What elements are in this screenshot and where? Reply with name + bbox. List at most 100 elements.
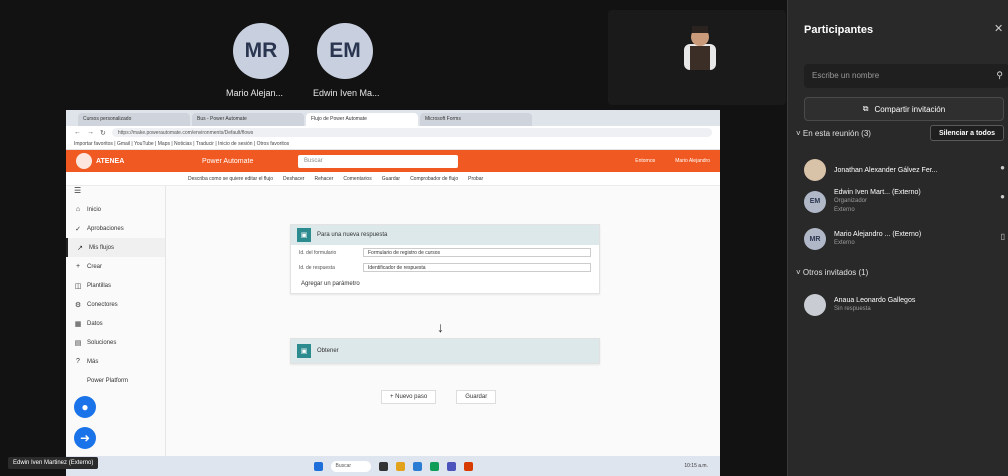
test-button[interactable]: Probar	[468, 176, 483, 182]
sidebar-item-connectors[interactable]: ⚙ Conectores	[66, 295, 165, 314]
form-id-field[interactable]: Formulario de registro de cursos	[363, 248, 591, 257]
sidebar-item-label: Datos	[87, 320, 103, 327]
card-header[interactable]: ▣ Obtener	[291, 339, 599, 363]
participant-row[interactable]: Jonathan Alexander Gálvez Fer... ●	[804, 159, 1008, 181]
avatar: EM	[804, 190, 826, 213]
others-section-label[interactable]: ˅ Otros invitados (1)	[796, 268, 868, 277]
chevron-down-icon: ˅	[796, 268, 803, 277]
mic-icon: ●	[1000, 163, 1005, 172]
participant-name: Edwin Iven Mart... (Externo)	[834, 189, 921, 196]
browser-toolbar: ← → ↻ https://make.powerautomate.com/env…	[66, 126, 720, 139]
participant-name: Mario Alejan...	[226, 88, 284, 98]
section-label-text: En esta reunión (3)	[802, 129, 871, 138]
comments-button[interactable]: Comentarios	[343, 176, 371, 182]
home-icon: ⌂	[75, 206, 81, 213]
brand-name: ATENEA	[96, 157, 125, 165]
share-invite-label: Compartir invitación	[874, 104, 946, 114]
arrow-down-icon: ↓	[437, 319, 444, 335]
chat-icon[interactable]: ➜	[74, 427, 96, 449]
edge-icon[interactable]	[412, 461, 422, 471]
sidebar-item-my-flows[interactable]: ↗ Mis flujos	[66, 238, 165, 257]
flow-icon: ↗	[77, 244, 83, 252]
action-card[interactable]: ▣ Obtener	[290, 338, 600, 364]
forms-icon: ▣	[297, 344, 311, 358]
participant-tile-em[interactable]: EM Edwin Iven Ma...	[313, 0, 385, 104]
sidebar-item-data[interactable]: ▦ Datos	[66, 314, 165, 333]
participant-row[interactable]: MR Mario Alejandro ... (Externo) Externo…	[804, 228, 1008, 250]
trigger-card[interactable]: ▣ Para una nueva respuesta Id. del formu…	[290, 224, 600, 294]
meeting-stage: MR Mario Alejan... EM Edwin Iven Ma... C…	[0, 0, 787, 476]
save-button[interactable]: Guardar	[382, 176, 400, 182]
field-row: Id. de respuesta Identificador de respue…	[291, 260, 599, 275]
app-header: ATENEA Power Automate Buscar Entornos Ma…	[66, 150, 720, 172]
shared-screen: Cursos personalizado Bus - Power Automat…	[66, 110, 720, 456]
redo-button[interactable]: Rehacer	[314, 176, 333, 182]
avatar: MR	[804, 228, 826, 250]
mute-all-button[interactable]: Silenciar a todos	[930, 125, 1004, 141]
in-meeting-section-label[interactable]: ˅ En esta reunión (3)	[796, 129, 871, 138]
participant-role: Sin respuesta	[834, 306, 871, 312]
sidebar-item-approvals[interactable]: ✓ Aprobaciones	[66, 219, 165, 238]
sidebar-item-more[interactable]: ? Más	[66, 352, 165, 371]
sidebar-item-power-platform[interactable]: Power Platform	[66, 371, 165, 390]
copilot-prompt[interactable]: Describa como se quiere editar el flujo	[188, 176, 273, 182]
url-bar[interactable]: https://make.powerautomate.com/environme…	[111, 128, 712, 137]
back-icon[interactable]: ←	[74, 129, 81, 136]
participant-row[interactable]: EM Edwin Iven Mart... (Externo) Organiza…	[804, 188, 1008, 215]
panel-title: Participantes	[804, 24, 874, 36]
presenter-label: Edwin Iven Martinez (Externo)	[8, 457, 99, 469]
data-icon: ▦	[74, 320, 82, 328]
mic-off-icon: ▯	[1000, 232, 1005, 241]
browser-tab[interactable]: Bus - Power Automate	[192, 113, 304, 126]
command-bar: Describa como se quiere editar el flujo …	[66, 172, 720, 186]
participant-role: Organizador	[834, 198, 868, 204]
participant-tile-mr[interactable]: MR Mario Alejan...	[226, 0, 300, 104]
card-title: Para una nueva respuesta	[317, 232, 388, 238]
forward-icon[interactable]: →	[87, 129, 94, 136]
flow-canvas: ▣ Para una nueva respuesta Id. del formu…	[166, 186, 720, 456]
response-id-field[interactable]: Identificador de respuesta	[363, 263, 591, 272]
chrome-icon[interactable]	[429, 461, 439, 471]
search-placeholder: Escribe un nombre	[812, 71, 880, 80]
browser-tab[interactable]: Flujo de Power Automate	[306, 113, 418, 126]
new-step-button[interactable]: + Nuevo paso	[381, 390, 437, 404]
participant-name: Edwin Iven Ma...	[313, 88, 380, 98]
windows-icon[interactable]	[313, 461, 323, 471]
add-parameter-button[interactable]: Agregar un parámetro	[291, 275, 599, 293]
save-flow-button[interactable]: Guardar	[456, 390, 497, 404]
taskbar-search[interactable]: Buscar	[330, 460, 371, 472]
participants-strip: MR Mario Alejan... EM Edwin Iven Ma...	[0, 0, 787, 105]
participant-name: Mario Alejandro ... (Externo)	[834, 231, 922, 238]
video-tile[interactable]	[608, 10, 786, 105]
sidebar-item-templates[interactable]: ◫ Plantillas	[66, 276, 165, 295]
close-icon[interactable]: ✕	[994, 22, 1003, 35]
folder-icon[interactable]	[395, 461, 405, 471]
undo-button[interactable]: Deshacer	[283, 176, 304, 182]
teams-icon[interactable]	[446, 461, 456, 471]
logo: ATENEA	[76, 153, 186, 169]
environment-label[interactable]: Entornos	[635, 158, 655, 164]
participant-subrole: Externo	[834, 207, 855, 213]
plus-icon: +	[75, 263, 81, 270]
app-icon[interactable]	[378, 461, 388, 471]
solutions-icon: ▤	[74, 339, 82, 347]
sidebar-item-label: Mis flujos	[89, 244, 115, 251]
sidebar-item-create[interactable]: + Crear	[66, 257, 165, 276]
participant-row[interactable]: Anaua Leonardo Gallegos Sin respuesta	[804, 294, 1008, 316]
browser-tab[interactable]: Microsoft Forms	[420, 113, 532, 126]
reload-icon[interactable]: ↻	[100, 129, 106, 137]
browser-tab[interactable]: Cursos personalizado	[78, 113, 190, 126]
share-invite-button[interactable]: ⧉ Compartir invitación	[804, 97, 1004, 121]
forms-icon: ▣	[297, 228, 311, 242]
assistant-icon[interactable]: ●	[74, 396, 96, 418]
search-input[interactable]: Escribe un nombre ⚲	[804, 64, 1008, 88]
menu-icon[interactable]: ☰	[66, 186, 165, 200]
card-header[interactable]: ▣ Para una nueva respuesta	[291, 225, 599, 245]
flow-checker-button[interactable]: Comprobador de flujo	[410, 176, 458, 182]
user-label[interactable]: Mario Alejandro	[675, 158, 710, 164]
sidebar-item-home[interactable]: ⌂ Inicio	[66, 200, 165, 219]
search-input[interactable]: Buscar	[298, 154, 458, 168]
sidebar-item-solutions[interactable]: ▤ Soluciones	[66, 333, 165, 352]
office-icon[interactable]	[463, 461, 473, 471]
avatar	[804, 294, 826, 316]
